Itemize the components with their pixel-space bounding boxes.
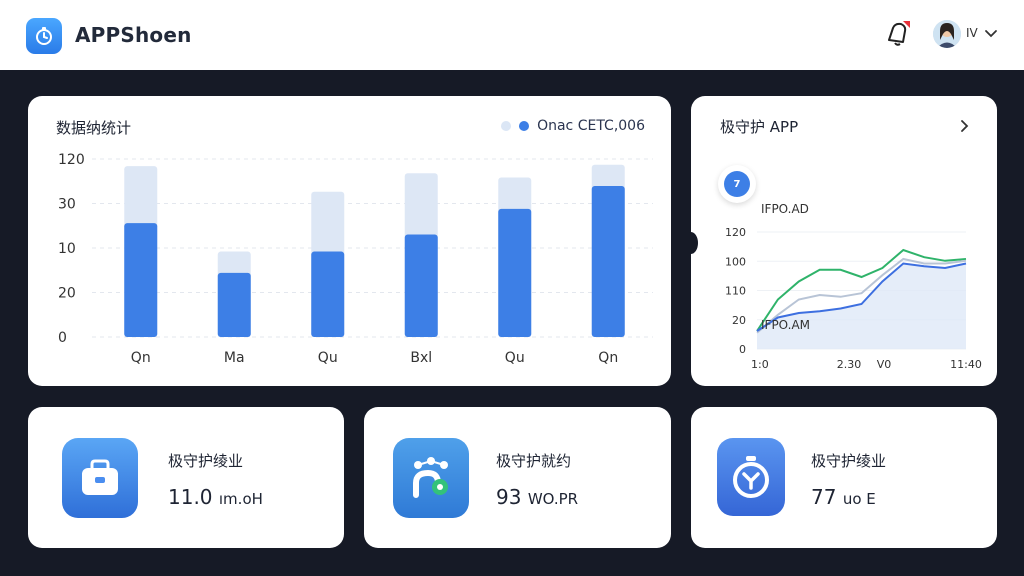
bar-foreground xyxy=(311,251,345,337)
stat-card-3[interactable]: 极守护绫业 77 uo E xyxy=(691,407,997,548)
user-avatar[interactable] xyxy=(933,20,961,48)
y-tick-label: 0 xyxy=(739,343,746,356)
badge-text: 7 xyxy=(724,171,750,197)
bar-foreground xyxy=(217,272,251,337)
y-tick-label: 10 xyxy=(58,241,76,257)
network-gear-icon xyxy=(393,438,469,518)
app-title: APPShoen xyxy=(75,23,192,47)
bar-chart-card: 数据纳统计 Onac CETC,006 120 30 10 20 0 Qn Ma Qu Bxl Q… xyxy=(28,96,671,386)
stopwatch-icon xyxy=(717,438,785,516)
stat-card-1[interactable]: 极守护绫业 11.0 ım.oH xyxy=(28,407,344,548)
line-chart-svg: 120 100 110 20 0 1:0 2.30 V0 11:40 xyxy=(725,226,982,371)
app-badge-icon[interactable]: 7 xyxy=(718,165,756,203)
y-tick-label: 120 xyxy=(725,226,746,239)
briefcase-icon xyxy=(62,438,138,518)
x-tick-label: Qu xyxy=(505,350,525,366)
top-bar: APPShoen IV xyxy=(0,0,1024,70)
chevron-down-icon[interactable] xyxy=(984,26,998,40)
stat-number: 11.0 xyxy=(168,485,213,509)
bar-chart-svg: 120 30 10 20 0 Qn Ma Qu Bxl Qu Qn xyxy=(58,152,653,366)
bar-foreground xyxy=(498,208,532,337)
bar-foreground xyxy=(404,234,438,337)
stat-value: 11.0 ım.oH xyxy=(168,485,263,509)
stat-unit: uo E xyxy=(842,490,876,508)
x-tick-label: Qn xyxy=(131,350,151,366)
x-tick-label: V0 xyxy=(877,358,892,371)
y-tick-label: 120 xyxy=(58,152,85,168)
bar-foreground xyxy=(124,223,158,337)
x-tick-label: 11:40 xyxy=(950,358,982,371)
stat-card-2[interactable]: 极守护就约 93 WO.PR xyxy=(364,407,671,548)
stat-number: 93 xyxy=(496,485,522,509)
line-chart-card: 极守护 APP 120 100 110 20 0 1:0 2.30 V0 11:40 7 IFP… xyxy=(684,96,997,386)
bar-foreground xyxy=(591,186,625,337)
app-logo-icon[interactable] xyxy=(26,18,62,54)
y-tick-label: 20 xyxy=(58,286,76,302)
y-tick-label: 0 xyxy=(58,330,67,346)
stat-number: 77 xyxy=(811,485,837,509)
x-tick-label: 1:0 xyxy=(751,358,769,371)
stat-label: 极守护绫业 xyxy=(811,452,887,470)
x-tick-label: Bxl xyxy=(410,350,432,366)
y-tick-label: 100 xyxy=(725,255,746,268)
notification-bell-icon[interactable] xyxy=(883,18,915,50)
line-label-top: IFPO.AD xyxy=(761,202,809,216)
line-label-bottom: IFPO.AM xyxy=(761,318,811,332)
stat-value: 93 WO.PR xyxy=(496,485,578,509)
user-name[interactable]: IV xyxy=(966,26,978,40)
x-tick-label: 2.30 xyxy=(837,358,862,371)
y-tick-label: 30 xyxy=(58,197,76,213)
stat-label: 极守护绫业 xyxy=(168,452,244,470)
y-tick-label: 20 xyxy=(732,314,746,327)
y-tick-label: 110 xyxy=(725,285,746,298)
x-tick-label: Qu xyxy=(318,350,338,366)
stat-unit: ım.oH xyxy=(218,490,263,508)
x-tick-label: Ma xyxy=(224,350,245,366)
stat-unit: WO.PR xyxy=(527,490,579,508)
stat-label: 极守护就约 xyxy=(496,452,572,470)
x-tick-label: Qn xyxy=(598,350,618,366)
stat-value: 77 uo E xyxy=(811,485,876,509)
